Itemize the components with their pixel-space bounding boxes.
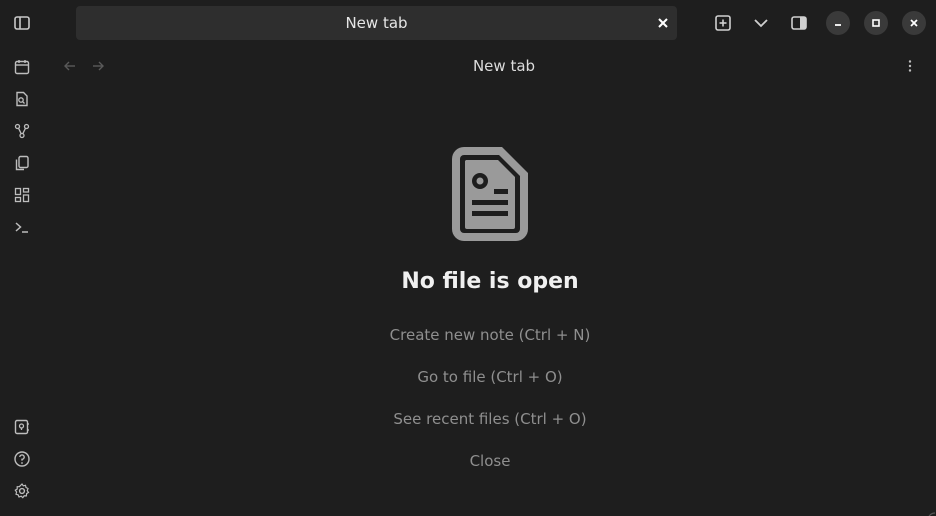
tab-new-tab[interactable]: New tab — [76, 6, 677, 40]
sidebar-toggle-icon[interactable] — [10, 11, 34, 35]
chevron-down-icon[interactable] — [749, 11, 773, 35]
vault-icon[interactable] — [10, 415, 34, 439]
right-sidebar-icon[interactable] — [787, 11, 811, 35]
create-new-note-link[interactable]: Create new note (Ctrl + N) — [290, 324, 690, 346]
maximize-icon[interactable] — [864, 11, 888, 35]
empty-state-title: No file is open — [401, 269, 579, 294]
close-icon[interactable] — [655, 15, 671, 31]
titlebar: New tab — [0, 0, 936, 46]
window-close-icon[interactable] — [902, 11, 926, 35]
see-recent-files-link[interactable]: See recent files (Ctrl + O) — [290, 408, 690, 430]
copy-icon[interactable] — [10, 151, 34, 175]
minimize-icon[interactable] — [826, 11, 850, 35]
more-options-icon[interactable] — [900, 56, 920, 76]
graph-icon[interactable] — [10, 119, 34, 143]
calendar-icon[interactable] — [10, 55, 34, 79]
app-window: New tab New tab No file is open Create n… — [0, 0, 936, 516]
help-icon[interactable] — [10, 447, 34, 471]
dashboard-icon[interactable] — [10, 183, 34, 207]
file-search-icon[interactable] — [10, 87, 34, 111]
file-icon — [452, 147, 528, 241]
tab-title: New tab — [345, 14, 408, 32]
settings-icon[interactable] — [10, 479, 34, 503]
go-to-file-link[interactable]: Go to file (Ctrl + O) — [290, 366, 690, 388]
close-link[interactable]: Close — [290, 450, 690, 472]
new-tab-icon[interactable] — [711, 11, 735, 35]
view-title: New tab — [472, 57, 536, 75]
resize-grip[interactable] — [926, 506, 936, 516]
terminal-icon[interactable] — [10, 215, 34, 239]
